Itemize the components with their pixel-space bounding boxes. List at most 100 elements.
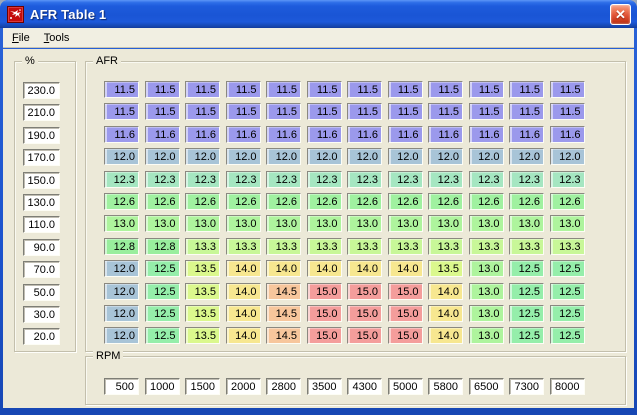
afr-cell-r6-c8[interactable]: 12.6	[387, 192, 423, 210]
afr-cell-r1-c9[interactable]: 11.5	[428, 81, 463, 98]
afr-cell-r12-c1[interactable]: 12.0	[104, 327, 139, 345]
afr-cell-r5-c11[interactable]: 12.3	[509, 170, 544, 188]
rpm-axis-field-10[interactable]: 6500	[468, 378, 504, 395]
afr-cell-r11-c9[interactable]: 14.0	[428, 304, 463, 322]
afr-cell-r7-c10[interactable]: 13.0	[468, 215, 504, 233]
afr-cell-r4-c10[interactable]: 12.0	[468, 148, 504, 166]
afr-cell-r2-c7[interactable]: 11.5	[347, 103, 382, 121]
afr-cell-r9-c2[interactable]: 12.5	[144, 260, 180, 278]
afr-cell-r4-c12[interactable]: 12.0	[549, 148, 585, 166]
afr-cell-r1-c4[interactable]: 11.5	[225, 81, 261, 98]
afr-cell-r8-c8[interactable]: 13.3	[387, 237, 423, 255]
load-axis-field-10[interactable]: 50.0	[23, 283, 60, 301]
afr-cell-r2-c6[interactable]: 11.5	[306, 103, 342, 121]
afr-cell-r2-c11[interactable]: 11.5	[509, 103, 544, 121]
afr-cell-r11-c7[interactable]: 15.0	[347, 304, 382, 322]
afr-cell-r11-c11[interactable]: 12.5	[509, 304, 544, 322]
afr-cell-r2-c5[interactable]: 11.5	[266, 103, 301, 121]
rpm-axis-field-7[interactable]: 4300	[347, 378, 382, 395]
afr-cell-r10-c12[interactable]: 12.5	[549, 282, 585, 300]
afr-cell-r12-c5[interactable]: 14.5	[266, 327, 301, 345]
afr-cell-r5-c5[interactable]: 12.3	[266, 170, 301, 188]
load-axis-field-7[interactable]: 110.0	[23, 216, 60, 234]
afr-cell-r2-c1[interactable]: 11.5	[104, 103, 139, 121]
afr-cell-r8-c12[interactable]: 13.3	[549, 237, 585, 255]
afr-cell-r9-c12[interactable]: 12.5	[549, 260, 585, 278]
afr-cell-r6-c11[interactable]: 12.6	[509, 192, 544, 210]
rpm-axis-field-8[interactable]: 5000	[387, 378, 423, 395]
afr-cell-r6-c6[interactable]: 12.6	[306, 192, 342, 210]
afr-cell-r9-c8[interactable]: 14.0	[387, 260, 423, 278]
afr-cell-r9-c4[interactable]: 14.0	[225, 260, 261, 278]
afr-cell-r4-c2[interactable]: 12.0	[144, 148, 180, 166]
afr-cell-r3-c5[interactable]: 11.6	[266, 125, 301, 143]
afr-cell-r4-c1[interactable]: 12.0	[104, 148, 139, 166]
afr-cell-r10-c7[interactable]: 15.0	[347, 282, 382, 300]
afr-cell-r1-c1[interactable]: 11.5	[104, 81, 139, 98]
afr-cell-r3-c9[interactable]: 11.6	[428, 125, 463, 143]
afr-cell-r2-c9[interactable]: 11.5	[428, 103, 463, 121]
afr-cell-r2-c4[interactable]: 11.5	[225, 103, 261, 121]
afr-cell-r1-c2[interactable]: 11.5	[144, 81, 180, 98]
menu-item-tools[interactable]: Tools	[37, 30, 77, 46]
afr-cell-r1-c3[interactable]: 11.5	[185, 81, 220, 98]
afr-cell-r11-c2[interactable]: 12.5	[144, 304, 180, 322]
rpm-axis-field-3[interactable]: 1500	[185, 378, 220, 395]
afr-cell-r9-c3[interactable]: 13.5	[185, 260, 220, 278]
load-axis-field-5[interactable]: 150.0	[23, 171, 60, 189]
rpm-axis-field-6[interactable]: 3500	[306, 378, 342, 395]
afr-cell-r8-c9[interactable]: 13.3	[428, 237, 463, 255]
afr-cell-r8-c11[interactable]: 13.3	[509, 237, 544, 255]
afr-cell-r10-c8[interactable]: 15.0	[387, 282, 423, 300]
afr-cell-r8-c3[interactable]: 13.3	[185, 237, 220, 255]
afr-cell-r10-c6[interactable]: 15.0	[306, 282, 342, 300]
afr-cell-r10-c3[interactable]: 13.5	[185, 282, 220, 300]
afr-cell-r10-c9[interactable]: 14.0	[428, 282, 463, 300]
afr-cell-r5-c3[interactable]: 12.3	[185, 170, 220, 188]
afr-cell-r6-c12[interactable]: 12.6	[549, 192, 585, 210]
afr-cell-r2-c12[interactable]: 11.5	[549, 103, 585, 121]
afr-cell-r12-c2[interactable]: 12.5	[144, 327, 180, 345]
load-axis-field-3[interactable]: 190.0	[23, 126, 60, 144]
afr-cell-r10-c4[interactable]: 14.0	[225, 282, 261, 300]
afr-cell-r3-c12[interactable]: 11.6	[549, 125, 585, 143]
afr-cell-r6-c1[interactable]: 12.6	[104, 192, 139, 210]
afr-cell-r6-c4[interactable]: 12.6	[225, 192, 261, 210]
afr-cell-r3-c10[interactable]: 11.6	[468, 125, 504, 143]
afr-cell-r8-c5[interactable]: 13.3	[266, 237, 301, 255]
afr-cell-r7-c1[interactable]: 13.0	[104, 215, 139, 233]
afr-cell-r4-c9[interactable]: 12.0	[428, 148, 463, 166]
afr-cell-r8-c1[interactable]: 12.8	[104, 237, 139, 255]
afr-cell-r11-c8[interactable]: 15.0	[387, 304, 423, 322]
afr-cell-r2-c8[interactable]: 11.5	[387, 103, 423, 121]
afr-cell-r6-c7[interactable]: 12.6	[347, 192, 382, 210]
load-axis-field-12[interactable]: 20.0	[23, 328, 60, 346]
afr-cell-r5-c2[interactable]: 12.3	[144, 170, 180, 188]
load-axis-field-6[interactable]: 130.0	[23, 193, 60, 211]
afr-cell-r8-c2[interactable]: 12.8	[144, 237, 180, 255]
rpm-axis-field-11[interactable]: 7300	[509, 378, 544, 395]
afr-cell-r4-c6[interactable]: 12.0	[306, 148, 342, 166]
afr-cell-r3-c3[interactable]: 11.6	[185, 125, 220, 143]
afr-cell-r9-c9[interactable]: 13.5	[428, 260, 463, 278]
afr-cell-r8-c6[interactable]: 13.3	[306, 237, 342, 255]
afr-cell-r4-c5[interactable]: 12.0	[266, 148, 301, 166]
afr-cell-r6-c2[interactable]: 12.6	[144, 192, 180, 210]
afr-cell-r11-c3[interactable]: 13.5	[185, 304, 220, 322]
afr-cell-r3-c1[interactable]: 11.6	[104, 125, 139, 143]
afr-cell-r9-c11[interactable]: 12.5	[509, 260, 544, 278]
afr-cell-r2-c10[interactable]: 11.5	[468, 103, 504, 121]
afr-cell-r12-c7[interactable]: 15.0	[347, 327, 382, 345]
afr-cell-r12-c8[interactable]: 15.0	[387, 327, 423, 345]
afr-cell-r9-c5[interactable]: 14.0	[266, 260, 301, 278]
afr-cell-r8-c7[interactable]: 13.3	[347, 237, 382, 255]
afr-cell-r11-c4[interactable]: 14.0	[225, 304, 261, 322]
afr-cell-r7-c3[interactable]: 13.0	[185, 215, 220, 233]
afr-cell-r5-c12[interactable]: 12.3	[549, 170, 585, 188]
afr-cell-r7-c12[interactable]: 13.0	[549, 215, 585, 233]
afr-cell-r5-c4[interactable]: 12.3	[225, 170, 261, 188]
afr-cell-r4-c3[interactable]: 12.0	[185, 148, 220, 166]
afr-cell-r7-c4[interactable]: 13.0	[225, 215, 261, 233]
afr-cell-r8-c4[interactable]: 13.3	[225, 237, 261, 255]
afr-cell-r12-c3[interactable]: 13.5	[185, 327, 220, 345]
